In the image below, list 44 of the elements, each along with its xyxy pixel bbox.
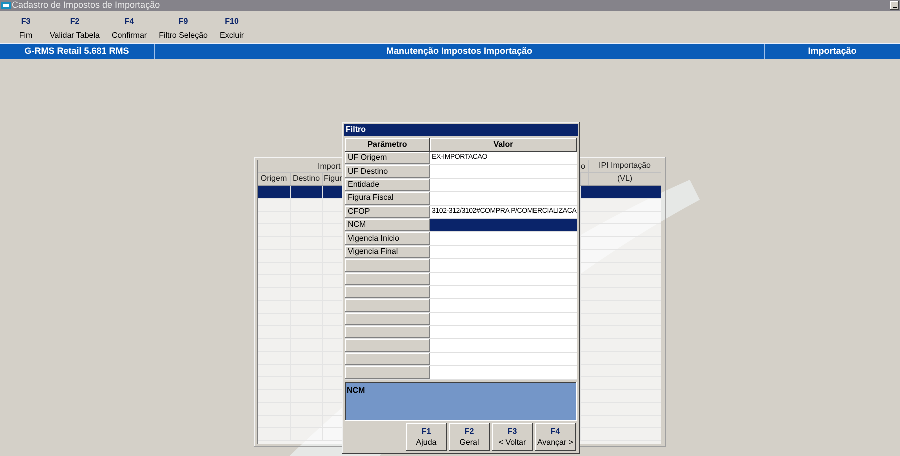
parameter-cell[interactable]: [345, 272, 430, 285]
value-cell[interactable]: [430, 218, 577, 232]
parameter-cell[interactable]: [345, 259, 430, 272]
parameter-cell[interactable]: Vigencia Inicio: [345, 232, 430, 245]
parameter-cell[interactable]: UF Origem: [345, 152, 430, 164]
column-header: o: [581, 162, 586, 171]
parameter-cell[interactable]: Vigencia Final: [345, 246, 430, 258]
parameter-cell[interactable]: [345, 299, 430, 312]
parameter-cell[interactable]: [345, 326, 430, 338]
parameter-cell[interactable]: [345, 352, 430, 366]
column-header: IPI Importação: [598, 160, 652, 172]
parameter-cell[interactable]: Entidade: [345, 178, 430, 192]
dialog-button[interactable]: F2 Geral: [449, 422, 490, 451]
toolbar-button[interactable]: F9 Filtro Seleção: [153, 16, 214, 43]
parameter-cell[interactable]: CFOP: [345, 206, 430, 218]
dialog-button[interactable]: F1 Ajuda: [406, 422, 447, 451]
parameter-cell[interactable]: NCM: [345, 218, 430, 232]
minimize-button[interactable]: [890, 1, 899, 10]
parameter-cell[interactable]: [345, 286, 430, 298]
description-text: NCM: [347, 386, 366, 395]
column-header: Origem: [260, 173, 288, 185]
toolbar-button[interactable]: F4 Confirmar: [106, 16, 154, 43]
column-header: Figur: [324, 174, 342, 183]
dialog-button[interactable]: F3 < Voltar: [492, 422, 533, 451]
parameter-cell[interactable]: [345, 312, 430, 326]
toolbar-button[interactable]: F10 Excluir: [214, 16, 250, 43]
parameter-cell[interactable]: Figura Fiscal: [345, 192, 430, 205]
module-name: Importação: [808, 45, 857, 58]
column-group-header: Import: [318, 162, 341, 171]
column-header[interactable]: Parâmetro: [345, 138, 430, 152]
parameter-cell[interactable]: [345, 339, 430, 352]
toolbar-button[interactable]: F2 Validar Tabela: [44, 16, 106, 43]
app-icon: [1, 1, 11, 10]
parameter-cell[interactable]: UF Destino: [345, 165, 430, 178]
screen-title: Manutenção Impostos Importação: [386, 45, 533, 58]
window-title: Cadastro de Impostos de Importação: [12, 0, 160, 11]
dialog-button[interactable]: F4 Avançar >: [535, 422, 576, 451]
system-name: G-RMS Retail 5.681 RMS: [24, 45, 130, 58]
dialog-title: Filtro: [346, 124, 366, 136]
column-header[interactable]: Valor: [430, 138, 577, 152]
column-unit: (VL): [617, 173, 633, 185]
column-header: Destino: [292, 173, 320, 185]
parameter-cell[interactable]: [345, 366, 430, 379]
toolbar-button[interactable]: F3 Fim: [8, 16, 44, 43]
